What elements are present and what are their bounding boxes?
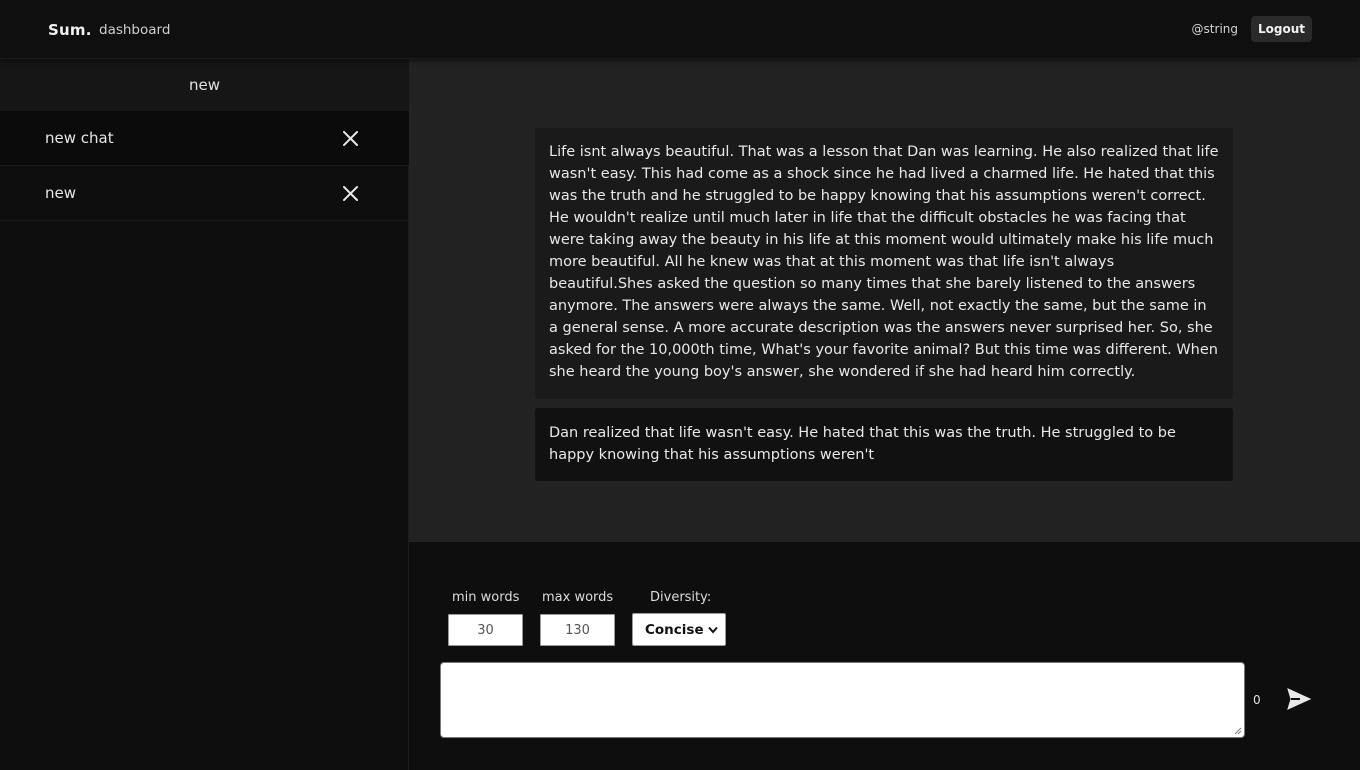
username-label: @string: [1191, 22, 1238, 36]
top-bar: Sum. dashboard @string Logout: [0, 0, 1360, 59]
sidebar: new new chat new: [0, 59, 409, 770]
max-words-label: max words: [542, 590, 614, 605]
summary-message: Dan realized that life wasn't easy. He h…: [535, 408, 1233, 481]
resize-handle-icon[interactable]: [1234, 727, 1242, 735]
min-words-input[interactable]: [448, 614, 523, 646]
sidebar-item-new-chat[interactable]: new chat: [0, 111, 409, 166]
close-icon[interactable]: [343, 186, 358, 201]
message-textarea[interactable]: [440, 662, 1245, 738]
logout-button[interactable]: Logout: [1251, 16, 1312, 42]
max-words-input[interactable]: [540, 614, 615, 646]
send-icon[interactable]: [1287, 688, 1311, 710]
diversity-select[interactable]: Concise: [632, 613, 726, 646]
sidebar-item-label: new: [45, 184, 77, 202]
sidebar-item-new[interactable]: new: [0, 166, 409, 221]
new-chat-button[interactable]: new: [0, 59, 409, 111]
user-message: Life isnt always beautiful. That was a l…: [535, 128, 1233, 399]
brand-logo[interactable]: Sum.: [48, 21, 92, 39]
close-icon[interactable]: [343, 131, 358, 146]
diversity-label: Diversity:: [650, 590, 712, 605]
diversity-selected-value: Concise: [645, 621, 704, 638]
sidebar-item-label: new chat: [45, 129, 114, 147]
composer: min words max words Diversity: Concise 0: [409, 542, 1360, 770]
character-counter: 0: [1253, 693, 1261, 707]
min-words-label: min words: [452, 590, 520, 605]
nav-dashboard-link[interactable]: dashboard: [99, 22, 170, 38]
chat-area: Life isnt always beautiful. That was a l…: [409, 59, 1360, 542]
chevron-down-icon: [708, 626, 718, 634]
